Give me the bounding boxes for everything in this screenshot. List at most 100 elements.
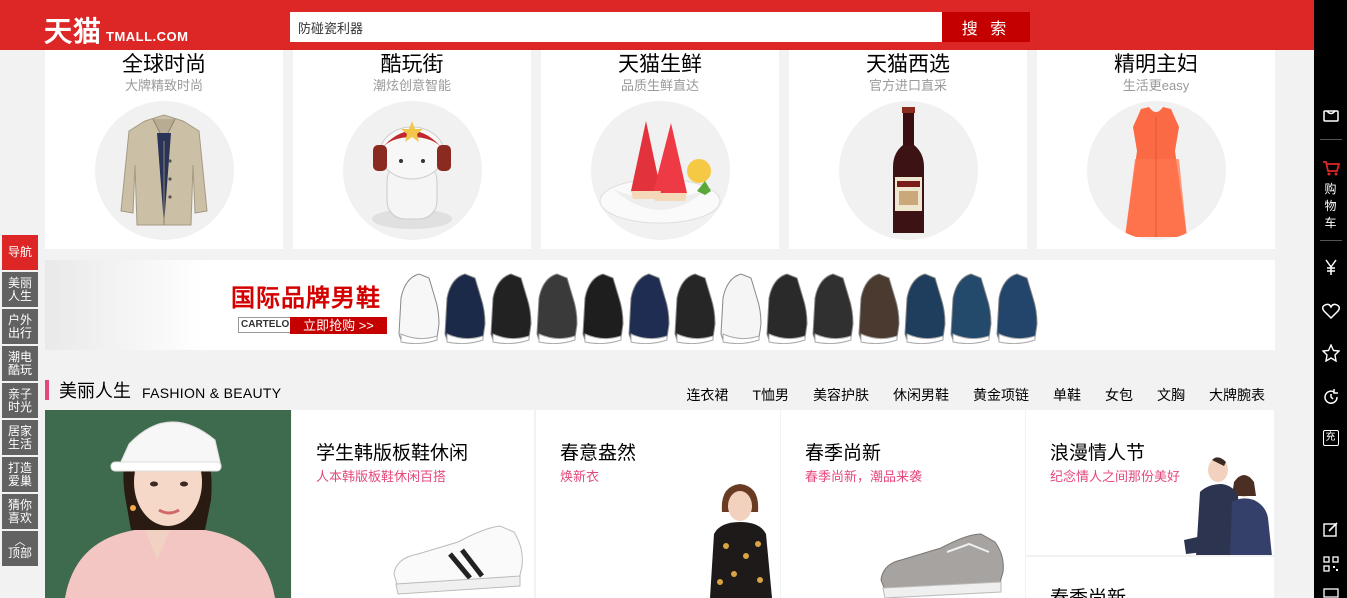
category-card-global-fashion[interactable]: 全球时尚 大牌精致时尚	[45, 50, 283, 249]
product-title: 春季尚新	[805, 443, 882, 464]
model-shirt-image	[710, 484, 772, 598]
shoe-item	[996, 273, 1038, 343]
shoe-item	[444, 273, 486, 343]
cart-char: 车	[1324, 216, 1337, 230]
category-card-housewife[interactable]: 精明主妇 生活更easy	[1037, 50, 1275, 249]
section-accent-bar	[45, 380, 49, 400]
left-floor-nav: 导航 美丽人生 户外出行 潮电酷玩 亲子时光 居家生活 打造爱巢 猜你喜欢 ︿ …	[2, 235, 38, 568]
watermelon-bowl-image	[591, 101, 730, 240]
bag-icon[interactable]	[1314, 107, 1347, 123]
tag-link[interactable]: 休闲男鞋	[893, 386, 949, 404]
shoe-item	[582, 273, 624, 343]
shoe-lineup-image	[398, 273, 1038, 344]
section-title-en: FASHION & BEAUTY	[142, 385, 282, 401]
category-subtitle: 品质生鲜直达	[620, 78, 699, 93]
category-title: 天猫生鲜	[618, 53, 702, 76]
recharge-label: 充	[1322, 430, 1339, 446]
nav-item-guide[interactable]: 导航	[2, 235, 38, 270]
cart-char: 购	[1324, 182, 1337, 196]
shoe-item	[490, 273, 532, 343]
category-title: 全球时尚	[122, 53, 206, 76]
back-to-top-button[interactable]: ︿ 顶部	[2, 531, 38, 566]
category-subtitle: 生活更easy	[1122, 78, 1190, 93]
cart-button[interactable]: 购 物 车	[1314, 160, 1347, 232]
search-button[interactable]: 搜 索	[942, 12, 1030, 42]
right-toolbar: 购 物 车 充	[1314, 0, 1347, 598]
back-to-top-label: 顶部	[7, 546, 32, 560]
tag-link[interactable]: 黄金项链	[973, 386, 1029, 404]
history-icon[interactable]	[1314, 388, 1347, 406]
product-card-valentine[interactable]: 浪漫情人节 纪念情人之间那份美好	[1026, 410, 1274, 555]
nav-item-electronics[interactable]: 潮电酷玩	[2, 346, 38, 381]
product-card-spring[interactable]: 春意盎然 焕新衣	[536, 410, 780, 598]
shoe-item	[766, 273, 808, 343]
nav-item-guess[interactable]: 猜你喜欢	[2, 494, 38, 529]
shoe-item	[674, 273, 716, 343]
nav-item-parenting[interactable]: 亲子时光	[2, 383, 38, 418]
banner-brand-logo: CARTELO	[238, 317, 293, 333]
tmall-logo[interactable]: 天猫 TMALL.COM	[44, 10, 189, 50]
product-subtitle: 人本韩版板鞋休闲百搭	[316, 469, 447, 484]
trench-coat-image	[95, 101, 234, 240]
product-card-sneakers[interactable]: 学生韩版板鞋休闲 人本韩版板鞋休闲百搭	[292, 410, 534, 598]
product-card-spring-new-2[interactable]: 春季尚新	[1026, 557, 1274, 598]
nav-item-home[interactable]: 居家生活	[2, 420, 38, 455]
product-subtitle: 纪念情人之间那份美好	[1050, 469, 1181, 484]
logo-en: TMALL.COM	[106, 29, 189, 44]
category-title: 酷玩街	[380, 53, 444, 76]
gray-sneaker-image	[880, 533, 1004, 598]
nav-item-beauty[interactable]: 美丽人生	[2, 272, 38, 307]
section-title: 美丽人生	[59, 381, 131, 401]
wine-bottle-image	[839, 101, 978, 240]
category-card-cool-street[interactable]: 酷玩街 潮炫创意智能	[293, 50, 531, 249]
toolbar-divider	[1320, 139, 1342, 140]
white-sneaker-image	[393, 525, 523, 595]
product-title: 浪漫情人节	[1050, 443, 1146, 464]
banner-fade	[45, 260, 205, 350]
tag-link[interactable]: 文胸	[1157, 386, 1185, 404]
tag-link[interactable]: 美容护肤	[813, 386, 869, 404]
mi-bunny-toy-image	[343, 101, 482, 240]
search-box: 搜 索	[290, 12, 1030, 42]
yen-icon[interactable]	[1314, 258, 1347, 276]
category-title: 精明主妇	[1114, 53, 1198, 76]
shoe-item	[720, 273, 762, 343]
more-icon[interactable]	[1314, 588, 1347, 598]
recharge-icon[interactable]: 充	[1314, 430, 1347, 446]
search-input[interactable]	[290, 12, 942, 42]
product-card-spring-new[interactable]: 春季尚新 春季尚新，潮品来袭	[781, 410, 1025, 598]
category-subtitle: 潮炫创意智能	[372, 78, 451, 93]
banner-title: 国际品牌男鞋	[231, 285, 381, 312]
mens-shoes-banner[interactable]: 国际品牌男鞋 CARTELO 立即抢购 >>	[45, 260, 1275, 350]
category-card-fresh-food[interactable]: 天猫生鲜 品质生鲜直达	[541, 50, 779, 249]
product-title: 春意盎然	[560, 443, 637, 464]
shoe-item	[858, 273, 900, 343]
tag-link[interactable]: 大牌腕表	[1209, 386, 1265, 404]
category-subtitle: 官方进口直采	[868, 78, 947, 93]
logo-cn: 天猫	[44, 16, 103, 47]
tag-link[interactable]: 女包	[1105, 386, 1133, 404]
toolbar-divider	[1320, 240, 1342, 241]
section-tags: 连衣裙 T恤男 美容护肤 休闲男鞋 黄金项链 单鞋 女包 文胸 大牌腕表	[662, 386, 1265, 404]
orange-dress-image	[1087, 101, 1226, 240]
category-card-imports[interactable]: 天猫西选 官方进口直采	[789, 50, 1027, 249]
shoe-item	[398, 273, 440, 343]
tag-link[interactable]: T恤男	[752, 386, 789, 404]
qrcode-icon[interactable]	[1314, 556, 1347, 572]
category-title: 天猫西选	[866, 53, 950, 76]
shoe-item	[950, 273, 992, 343]
star-icon[interactable]	[1314, 344, 1347, 362]
product-subtitle: 春季尚新，潮品来袭	[805, 469, 923, 484]
feedback-icon[interactable]	[1314, 521, 1347, 537]
product-title: 春季尚新	[1050, 583, 1126, 598]
tag-link[interactable]: 连衣裙	[686, 386, 728, 404]
tag-link[interactable]: 单鞋	[1053, 386, 1081, 404]
heart-icon[interactable]	[1314, 303, 1347, 319]
shoe-item	[628, 273, 670, 343]
category-subtitle: 大牌精致时尚	[124, 78, 203, 93]
banner-buy-button[interactable]: 立即抢购 >>	[290, 317, 387, 334]
nav-item-outdoor[interactable]: 户外出行	[2, 309, 38, 344]
fashion-hero-image[interactable]	[45, 410, 291, 598]
shoe-item	[812, 273, 854, 343]
nav-item-nest[interactable]: 打造爱巢	[2, 457, 38, 492]
